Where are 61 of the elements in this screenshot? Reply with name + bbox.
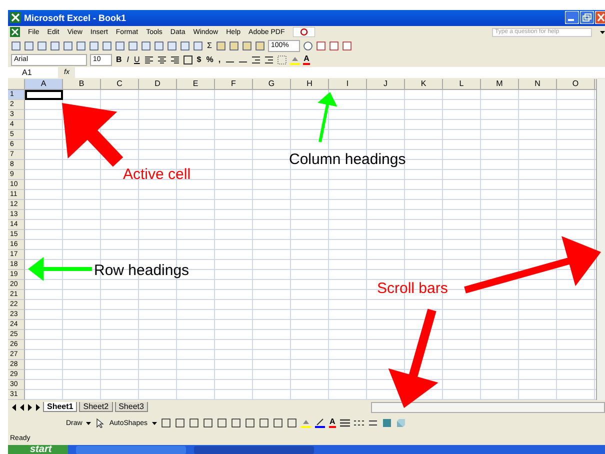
- number-format-button[interactable]: $: [196, 55, 202, 64]
- fill-color-icon[interactable]: [300, 418, 310, 428]
- help-icon[interactable]: [302, 40, 313, 51]
- fill-color-icon[interactable]: [290, 54, 300, 65]
- minimize-icon[interactable]: [565, 11, 579, 24]
- window-title: Microsoft Excel - Book1: [24, 12, 126, 23]
- sum-button[interactable]: Σ: [206, 41, 213, 50]
- sheet-tab[interactable]: Sheet3: [114, 402, 148, 412]
- column-header[interactable]: A: [25, 78, 63, 90]
- horizontal-scrollbar[interactable]: [371, 402, 605, 413]
- align-right-icon[interactable]: [170, 54, 180, 65]
- tab-first-icon[interactable]: [11, 404, 17, 411]
- column-header[interactable]: F: [215, 78, 253, 90]
- column-header[interactable]: K: [405, 78, 443, 90]
- font-color-button[interactable]: A: [328, 418, 336, 428]
- excel-icon: [10, 27, 20, 38]
- line-style-icon[interactable]: [340, 418, 350, 428]
- dropdown-arrow-icon[interactable]: [600, 30, 605, 34]
- start-button[interactable]: start: [8, 445, 68, 454]
- column-header[interactable]: D: [139, 78, 177, 90]
- text-style-button[interactable]: I: [126, 55, 130, 64]
- tab-last-icon[interactable]: [35, 404, 41, 411]
- column-header[interactable]: J: [367, 78, 405, 90]
- sheet-tab[interactable]: Sheet1: [43, 402, 78, 412]
- close-icon[interactable]: [595, 11, 605, 24]
- callout-label: Scroll bars: [377, 280, 448, 297]
- active-cell[interactable]: [25, 90, 63, 100]
- callout-label: Row headings: [94, 262, 190, 279]
- column-header[interactable]: H: [291, 78, 329, 90]
- line-color-icon[interactable]: [314, 418, 324, 428]
- text-style-button[interactable]: U: [133, 55, 141, 64]
- pointer-icon[interactable]: [95, 418, 106, 428]
- column-header[interactable]: G: [253, 78, 291, 90]
- tab-next-icon[interactable]: [27, 404, 33, 411]
- name-box[interactable]: A1: [8, 67, 58, 78]
- callout-label: Active cell: [123, 166, 191, 183]
- callout-label: Column headings: [289, 151, 406, 168]
- excel-icon: [10, 12, 21, 24]
- column-header[interactable]: B: [63, 78, 101, 90]
- caret-icon[interactable]: [152, 422, 156, 425]
- dash-style-icon[interactable]: [354, 418, 364, 428]
- align-center-icon[interactable]: [156, 54, 167, 65]
- column-header[interactable]: M: [481, 78, 519, 90]
- caret-icon[interactable]: [86, 422, 92, 425]
- formula-input-field[interactable]: [75, 67, 605, 78]
- align-left-icon[interactable]: [144, 54, 154, 65]
- column-header[interactable]: C: [101, 78, 139, 90]
- text-style-button[interactable]: B: [115, 55, 123, 64]
- column-header[interactable]: N: [519, 78, 557, 90]
- vertical-scrollbar[interactable]: [596, 78, 605, 400]
- restore-icon[interactable]: [580, 11, 594, 24]
- font-color-button[interactable]: A: [302, 54, 310, 65]
- column-header[interactable]: E: [177, 78, 215, 90]
- tab-prev-icon[interactable]: [19, 404, 25, 411]
- column-header[interactable]: I: [329, 78, 367, 90]
- column-header[interactable]: O: [557, 78, 595, 90]
- number-format-button[interactable]: ,: [217, 55, 222, 64]
- sheet-tab[interactable]: Sheet2: [79, 402, 113, 412]
- shadow-icon[interactable]: [382, 418, 392, 428]
- column-header[interactable]: L: [443, 78, 481, 90]
- number-format-button[interactable]: %: [205, 55, 214, 64]
